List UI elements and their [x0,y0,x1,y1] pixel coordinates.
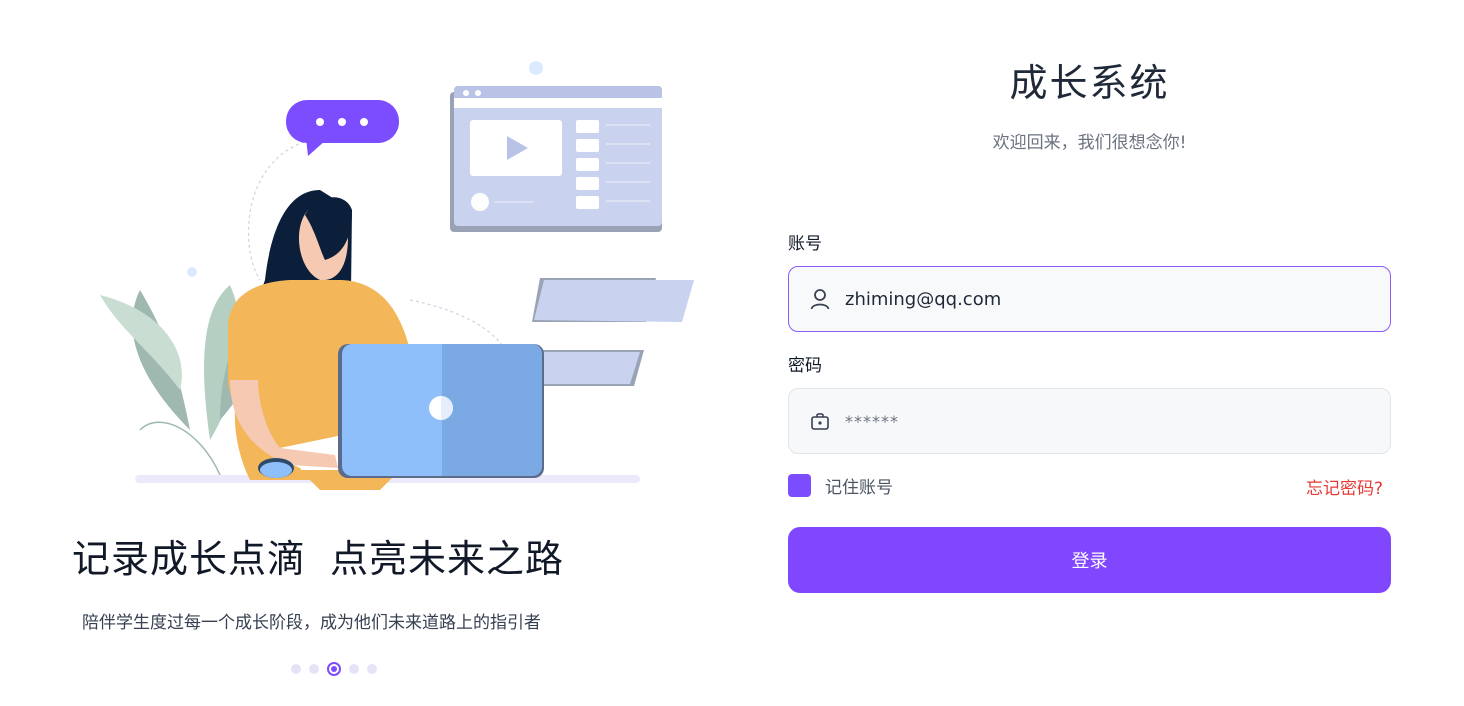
hero-illustration [100,61,694,490]
forgot-password-link[interactable]: 忘记密码? [1306,474,1383,499]
carousel-dot[interactable] [367,664,377,674]
carousel-dot[interactable] [309,664,319,674]
hero-panel: 记录成长点滴 点亮未来之路 陪伴学生度过每一个成长阶段，成为他们未来道路上的指引者 [0,0,730,706]
account-field[interactable]: zhiming@qq.com [788,266,1391,332]
login-button[interactable]: 登录 [788,527,1391,593]
system-title: 成长系统 [1009,61,1170,105]
carousel-dot[interactable] [349,664,359,674]
account-input[interactable]: zhiming@qq.com [845,289,1001,310]
remember-checkbox[interactable] [788,474,811,497]
lock-icon [809,410,831,432]
password-input[interactable]: ****** [845,412,899,431]
user-icon [809,288,831,310]
hero-subtitle: 陪伴学生度过每一个成长阶段，成为他们未来道路上的指引者 [82,613,541,633]
remember-label: 记住账号 [825,478,893,498]
welcome-text: 欢迎回来，我们很想念你! [992,133,1187,153]
password-field[interactable]: ****** [788,388,1391,454]
slogan-part-2: 点亮未来之路 [330,537,565,581]
remember-account[interactable]: 记住账号 [788,473,893,498]
password-label: 密码 [788,356,822,376]
carousel-dot-active[interactable] [327,662,341,676]
carousel-dot[interactable] [291,664,301,674]
login-panel: 成长系统 欢迎回来，我们很想念你! 账号 zhiming@qq.com 密码 *… [788,0,1391,706]
slogan-part-1: 记录成长点滴 [72,537,307,581]
account-label: 账号 [788,234,822,254]
carousel-indicator [291,662,377,676]
hero-slogan: 记录成长点滴 点亮未来之路 [72,528,564,583]
